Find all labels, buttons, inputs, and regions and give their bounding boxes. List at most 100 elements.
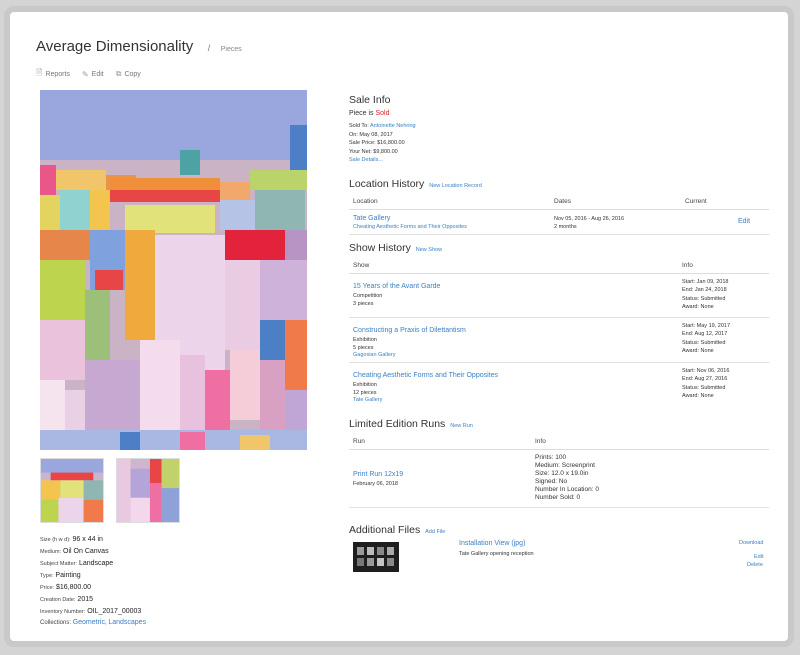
toolbar: 🗎 Reports ✎ Edit ⧉ Copy (36, 67, 141, 81)
location-table-header: Location Dates Current (349, 196, 769, 210)
sale-status: Piece is Sold (349, 110, 769, 117)
run-info-col-header: Info (535, 437, 546, 445)
show-end: End: Aug 27, 2016 (682, 376, 728, 382)
show-pieces: 3 pieces (353, 300, 374, 307)
type-label: Type: (40, 573, 54, 579)
show-start: Start: May 19, 2017 (682, 322, 730, 329)
file-thumbnail[interactable] (353, 541, 399, 572)
show-start: Start: Jan 09, 2018 (682, 278, 729, 285)
size-row: Size (h w d): 96 x 44 in (40, 534, 141, 546)
thumbnail-2[interactable] (116, 458, 180, 523)
creation-value: 2015 (77, 596, 93, 603)
price-label: Price: (40, 585, 55, 591)
your-net: Your Net: $9,800.00 (349, 148, 398, 155)
new-show-link[interactable]: New Show (416, 247, 442, 253)
editions-heading: Limited Edition Runs New Run (349, 418, 769, 430)
show-col-header: Show (353, 261, 370, 269)
inventory-value: OIL_2017_00003 (87, 608, 142, 615)
show-award: Award: None (682, 348, 714, 354)
current-col-header: Current (685, 197, 707, 205)
files-title: Additional Files (349, 523, 421, 536)
edition-row: Print Run 12x19 February 06, 2018 Prints… (349, 451, 769, 508)
file-edit-link[interactable]: Edit (754, 554, 763, 560)
subject-row: Subject Matter: Landscape (40, 558, 141, 570)
editions-title: Limited Edition Runs (349, 417, 446, 430)
show-history-heading: Show History New Show (349, 242, 769, 254)
show-link[interactable]: Constructing a Praxis of Dilettantism (353, 327, 466, 334)
installation-view-thumbnail (353, 541, 399, 572)
editions-table: Run Info Print Run 12x19 February 06, 20… (349, 432, 769, 512)
editions-table-header: Run Info (349, 436, 769, 450)
show-status: Status: Submitted (682, 384, 726, 391)
sale-price: Sale Price: $16,800.00 (349, 140, 405, 146)
new-run-link[interactable]: New Run (450, 423, 473, 429)
edit-button[interactable]: ✎ Edit (82, 67, 104, 81)
edition-signed: Signed: No (535, 477, 568, 485)
right-column: Sale Info Piece is Sold Sold To: Antoine… (349, 94, 769, 580)
edit-label: Edit (91, 70, 104, 78)
buyer-link[interactable]: Antoinette Nehring (370, 123, 416, 129)
show-end: End: Jan 24, 2018 (682, 287, 727, 293)
file-download-link[interactable]: Download (739, 540, 763, 546)
show-status: Status: Submitted (682, 339, 726, 346)
show-gallery-link[interactable]: Gagosian Gallery (353, 352, 396, 358)
add-file-link[interactable]: Add File (425, 529, 445, 535)
show-end: End: Aug 12, 2017 (682, 331, 728, 337)
inventory-label: Inventory Number: (40, 609, 86, 615)
edition-in-location: Number In Location: 0 (535, 485, 599, 493)
files-list: Installation View (jpg) Tate Gallery ope… (349, 540, 769, 580)
sale-date: On: May 08, 2017 (349, 131, 393, 138)
location-edit-link[interactable]: Edit (738, 218, 750, 225)
sale-info-heading: Sale Info (349, 94, 391, 106)
show-info: Start: May 19, 2017 End: Aug 12, 2017 St… (682, 322, 730, 356)
location-history-heading: Location History New Location Record (349, 178, 769, 190)
sold-to-row: Sold To: Antoinette Nehring (349, 122, 769, 131)
type-row: Type: Painting (40, 570, 141, 582)
show-award: Award: None (682, 393, 714, 399)
show-link[interactable]: Cheating Aesthetic Forms and Their Oppos… (353, 372, 498, 379)
thumbnail-1[interactable] (40, 458, 104, 523)
new-location-record-link[interactable]: New Location Record (429, 183, 482, 189)
show-status: Status: Submitted (682, 295, 726, 302)
location-link[interactable]: Tate Gallery (353, 215, 390, 222)
sale-details-link[interactable]: Sale Details... (349, 157, 383, 163)
show-gallery-link[interactable]: Tate Gallery (353, 397, 382, 403)
medium-label: Medium: (40, 549, 62, 555)
copy-button[interactable]: ⧉ Copy (116, 67, 141, 81)
breadcrumb-pieces[interactable]: Pieces (221, 46, 242, 53)
edition-run-link[interactable]: Print Run 12x19 (353, 471, 403, 478)
type-value: Painting (55, 572, 81, 579)
edition-sold: Number Sold: 0 (535, 493, 581, 501)
size-value: 96 x 44 in (72, 536, 103, 543)
reports-label: Reports (45, 70, 70, 78)
document-icon: 🗎 (36, 68, 43, 77)
file-delete-link[interactable]: Delete (747, 562, 763, 568)
size-label: Size (h w d): (40, 537, 71, 543)
show-table-header: Show Info (349, 260, 769, 274)
location-col-header: Location (353, 197, 378, 205)
collections-separator: , (104, 620, 107, 626)
pencil-icon: ✎ (81, 69, 89, 79)
file-name-link[interactable]: Installation View (jpg) (459, 540, 525, 547)
show-row: Constructing a Praxis of Dilettantism Ex… (349, 319, 769, 363)
content: Average Dimensionality / Pieces 🗎 Report… (10, 12, 788, 641)
info-col-header: Info (682, 261, 693, 269)
collection-geometric-link[interactable]: Geometric (73, 619, 105, 626)
medium-row: Medium: Oil On Canvas (40, 546, 141, 558)
breadcrumb-separator: / (207, 43, 211, 53)
creation-row: Creation Date: 2015 (40, 594, 141, 606)
inventory-row: Inventory Number: OIL_2017_00003 (40, 606, 141, 618)
show-link[interactable]: 15 Years of the Avant Garde (353, 283, 440, 290)
sold-to-label: Sold To: (349, 123, 369, 129)
collection-landscapes-link[interactable]: Landscapes (108, 619, 146, 626)
dates-col-header: Dates (554, 197, 571, 205)
copy-icon: ⧉ (115, 69, 122, 78)
thumbnail-1-image (41, 459, 103, 522)
collections: Collections: Geometric, Landscapes (40, 619, 146, 626)
price-value: $16,800.00 (56, 584, 92, 591)
artwork-image[interactable] (40, 90, 307, 450)
edition-prints: Prints: 100 (535, 453, 567, 461)
reports-button[interactable]: 🗎 Reports (36, 67, 70, 81)
subject-value: Landscape (78, 560, 114, 567)
location-show-link[interactable]: Cheating Aesthetic Forms and Their Oppos… (353, 224, 467, 230)
